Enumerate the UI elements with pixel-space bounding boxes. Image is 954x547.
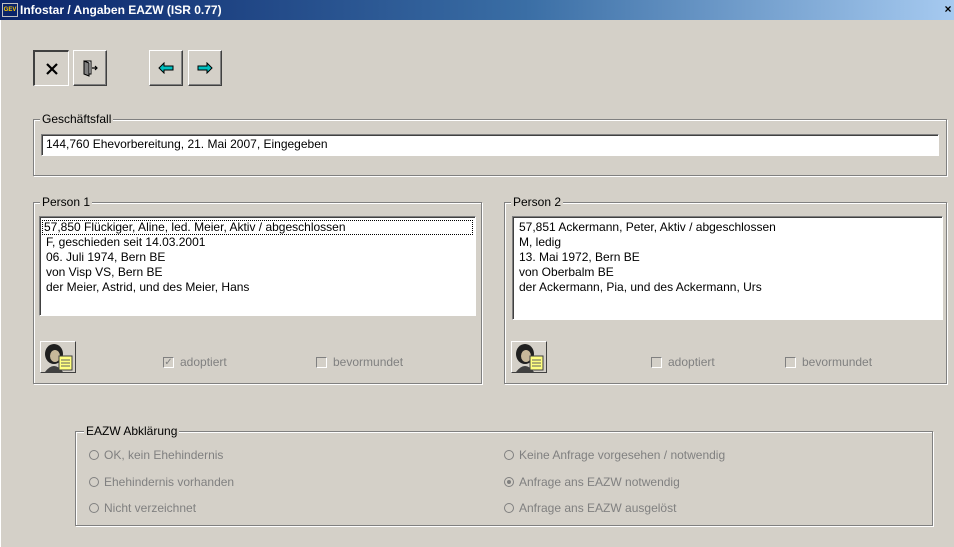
checkbox-box [785,356,796,368]
geschaeftsfall-field[interactable]: 144,760 Ehevorbereitung, 21. Mai 2007, E… [41,134,939,156]
app-icon: GEV [2,3,18,17]
radio-nicht-verzeichnet[interactable]: Nicht verzeichnet [89,501,196,515]
checkbox-box [316,356,327,368]
window-close-button[interactable]: × [942,2,954,17]
person1-line-4: von Visp VS, Bern BE [46,265,163,279]
radio-circle [89,503,99,513]
person2-line-2: M, ledig [519,235,562,249]
person1-photo-button[interactable] [40,341,76,373]
radio-label: OK, kein Ehehindernis [104,448,224,462]
checkbox-box [651,356,662,368]
person1-line-1[interactable]: 57,850 Flückiger, Aline, led. Meier, Akt… [42,220,473,235]
person1-adoptiert-checkbox[interactable]: ✓ adoptiert [163,355,227,369]
geschaeftsfall-value: 144,760 Ehevorbereitung, 21. Mai 2007, E… [46,137,328,151]
radio-keine-anfrage[interactable]: Keine Anfrage vorgesehen / notwendig [504,448,725,462]
arrow-right-icon [197,62,213,74]
window-border [0,20,1,547]
person1-line-5: der Meier, Astrid, und des Meier, Hans [46,280,250,294]
radio-ehehindernis-vorhanden[interactable]: Ehehindernis vorhanden [89,475,234,489]
radio-circle [89,477,99,487]
radio-label: Anfrage ans EAZW ausgelöst [519,501,677,515]
person2-adoptiert-checkbox[interactable]: adoptiert [651,355,715,369]
radio-label: Nicht verzeichnet [104,501,197,515]
eazw-label: EAZW Abklärung [84,424,180,438]
radio-label: Anfrage ans EAZW notwendig [519,475,680,489]
door-exit-icon [83,60,98,77]
person1-label: Person 1 [40,195,93,209]
person2-line-5: der Ackermann, Pia, und des Ackermann, U… [519,280,762,294]
radio-anfrage-ausgeloest[interactable]: Anfrage ans EAZW ausgelöst [504,501,676,515]
geschaeftsfall-label: Geschäftsfall [40,112,114,126]
radio-label: Ehehindernis vorhanden [104,475,235,489]
close-button[interactable] [33,50,69,86]
person-card-icon [45,344,73,372]
radio-circle [89,450,99,460]
radio-circle-selected [504,477,514,487]
person2-label: Person 2 [511,195,564,209]
window-title: Infostar / Angaben EAZW (ISR 0.77) [20,3,222,17]
title-bar: GEV Infostar / Angaben EAZW (ISR 0.77) × [0,0,954,20]
radio-label: Keine Anfrage vorgesehen / notwendig [519,448,726,462]
person1-bevormundet-label: bevormundet [333,355,404,369]
checkmark-icon: ✓ [163,356,174,368]
person1-list[interactable]: 57,850 Flückiger, Aline, led. Meier, Akt… [39,216,476,316]
exit-door-button[interactable] [73,50,107,86]
person2-adoptiert-label: adoptiert [668,355,715,369]
forward-button[interactable] [188,50,222,86]
person1-bevormundet-checkbox[interactable]: bevormundet [316,355,403,369]
person2-photo-button[interactable] [511,341,547,373]
person1-line-3: 06. Juli 1974, Bern BE [46,250,166,264]
person1-line-2: F, geschieden seit 14.03.2001 [46,235,206,249]
radio-circle [504,503,514,513]
radio-circle [504,450,514,460]
radio-anfrage-notwendig[interactable]: Anfrage ans EAZW notwendig [504,475,680,489]
x-icon [45,62,58,75]
person2-bevormundet-checkbox[interactable]: bevormundet [785,355,872,369]
person2-line-1[interactable]: 57,851 Ackermann, Peter, Aktiv / abgesch… [513,220,942,235]
person-card-icon [516,344,544,372]
person2-line-4: von Oberbalm BE [519,265,614,279]
person1-adoptiert-label: adoptiert [180,355,227,369]
person2-list[interactable]: 57,851 Ackermann, Peter, Aktiv / abgesch… [512,216,943,320]
arrow-left-icon [158,62,174,74]
back-button[interactable] [149,50,183,86]
person2-bevormundet-label: bevormundet [802,355,873,369]
person2-line-3: 13. Mai 1972, Bern BE [519,250,640,264]
radio-ok-kein-ehehindernis[interactable]: OK, kein Ehehindernis [89,448,223,462]
